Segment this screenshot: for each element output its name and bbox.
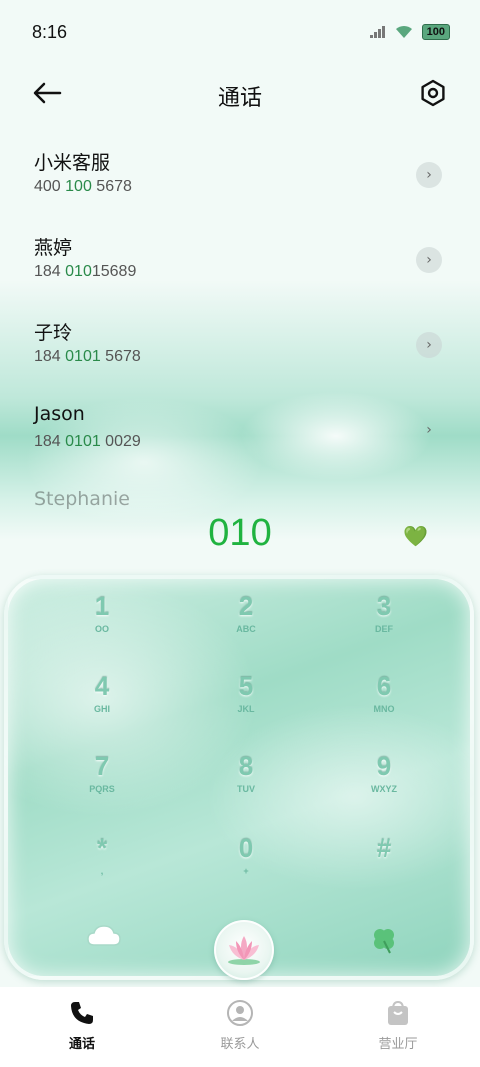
chevron-right-icon[interactable]: › (416, 417, 442, 443)
page-title: 通话 (217, 86, 262, 111)
lotus-icon (228, 936, 260, 965)
contact-name: 小米客服 (34, 152, 111, 174)
signal-icon (369, 26, 386, 38)
settings-icon[interactable] (418, 78, 448, 108)
contact-number: 184 0101 5678 (34, 348, 141, 365)
chevron-right-icon[interactable]: › (416, 247, 442, 273)
key-9[interactable]: 9 WXYZ (334, 751, 434, 821)
nav-contacts[interactable]: 联系人 (190, 999, 290, 1052)
contact-name: 子玲 (34, 322, 73, 344)
heart-icon[interactable]: 💚 (403, 524, 428, 548)
key-2[interactable]: 2 ABC (196, 591, 296, 661)
contact-name: Stephanie (34, 488, 130, 510)
chevron-right-icon[interactable]: › (416, 162, 442, 188)
key-6[interactable]: 6 MNO (334, 671, 434, 741)
key-5[interactable]: 5 JKL (196, 671, 296, 741)
nav-service-hall[interactable]: 营业厅 (348, 999, 448, 1052)
key-8[interactable]: 8 TUV (196, 751, 296, 821)
contacts-icon (227, 1000, 253, 1026)
status-bar: 8:16 100 (0, 0, 480, 60)
battery-indicator: 100 (421, 24, 450, 40)
contact-name: Jason (34, 403, 85, 425)
contact-number: 400 100 5678 (34, 178, 132, 195)
key-7[interactable]: 7 PQRS (52, 751, 152, 821)
shopping-bag-icon (388, 1000, 408, 1025)
chevron-right-icon[interactable]: › (416, 332, 442, 358)
header: 通话 (0, 70, 480, 120)
nav-calls[interactable]: 通话 (32, 999, 132, 1052)
key-hash[interactable]: # (334, 833, 434, 903)
key-3[interactable]: 3 DEF (334, 591, 434, 661)
dial-keypad: 1 OO 2 ABC 3 DEF 4 GHI 5 JKL 6 MNO 7 PQRS 8 TUV … (4, 575, 474, 980)
bottom-navigation: 通话 联系人 营业厅 (0, 987, 480, 1067)
key-4[interactable]: 4 GHI (52, 671, 152, 741)
key-0[interactable]: 0 + (196, 833, 296, 903)
status-time: 8:16 (32, 22, 68, 42)
contact-name: 燕婷 (34, 237, 73, 259)
call-list-item[interactable]: 子玲 184 0101 5678 › (0, 310, 480, 395)
call-list-item[interactable]: Jason 184 0101 0029 › (0, 395, 480, 480)
key-1[interactable]: 1 OO (52, 591, 152, 661)
clover-icon[interactable] (364, 919, 404, 959)
contact-number: 184 01015689 (34, 263, 137, 280)
call-list-item[interactable]: 燕婷 184 01015689 › (0, 225, 480, 310)
contact-number: 184 0101 0029 (34, 433, 141, 450)
cloud-icon[interactable] (84, 917, 124, 957)
call-list: 小米客服 400 100 5678 › 燕婷 184 01015689 › 子玲… (0, 140, 480, 565)
wifi-icon (395, 25, 412, 38)
phone-icon (71, 1002, 93, 1024)
key-star[interactable]: *, (52, 833, 152, 903)
status-icons: 100 (369, 24, 450, 40)
call-list-item[interactable]: 小米客服 400 100 5678 › (0, 140, 480, 225)
dial-call-button[interactable] (214, 920, 274, 980)
